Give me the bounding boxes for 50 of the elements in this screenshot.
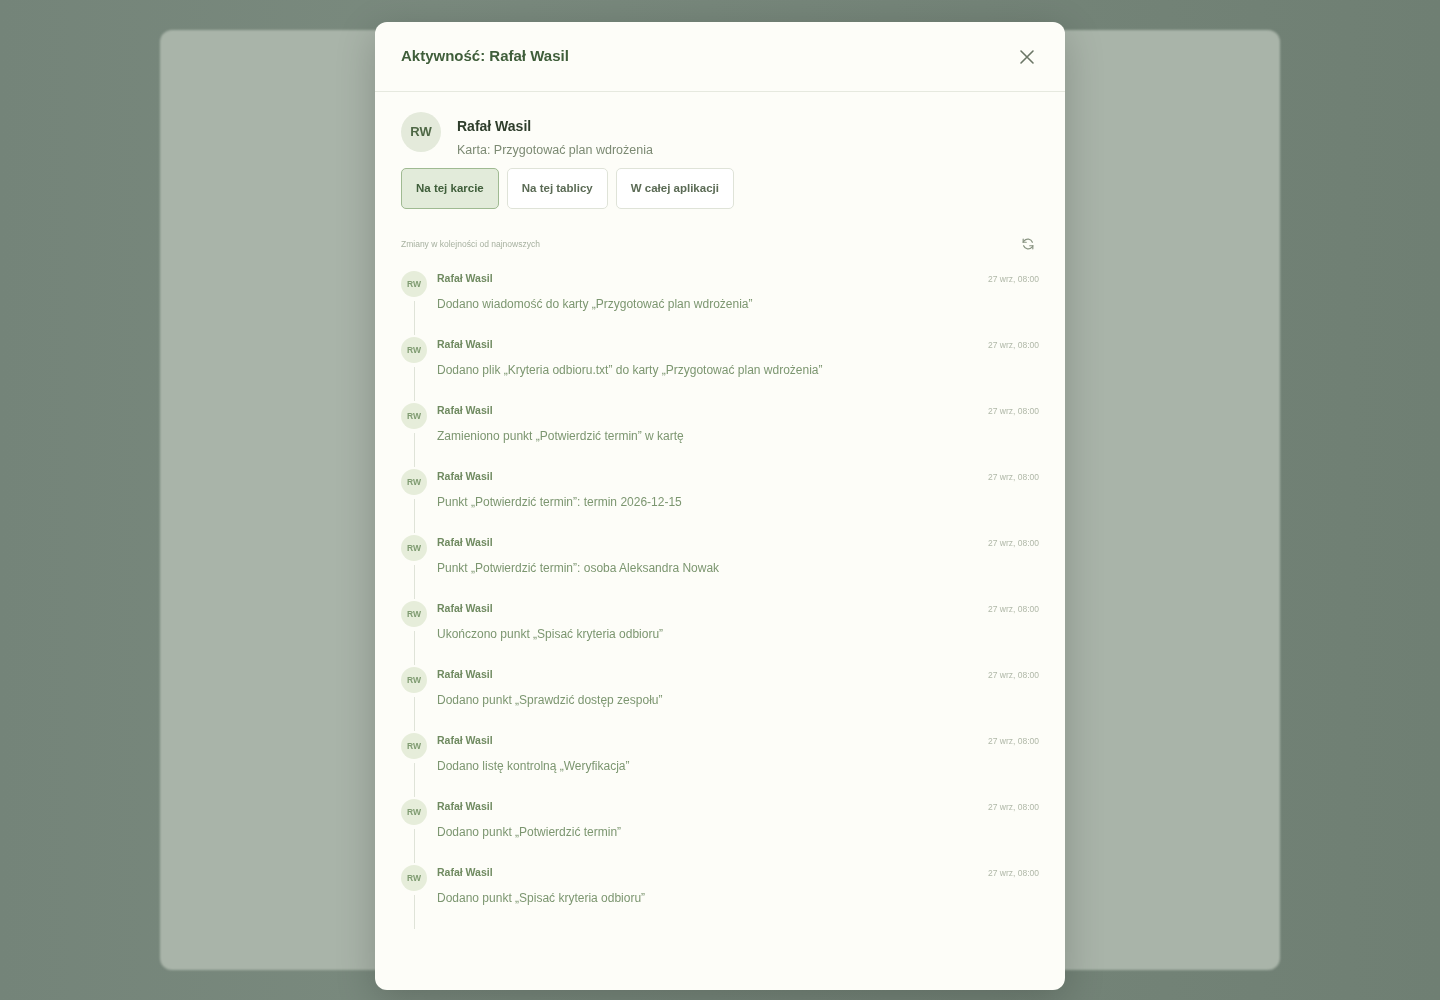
- scope-tab[interactable]: W całej aplikacji: [615, 167, 734, 209]
- activity-message: Dodano punkt „Spisać kryteria odbioru”: [437, 889, 647, 907]
- card-context: Karta: Przygotować plan wdrożenia: [457, 142, 653, 159]
- dialog-title: Aktywność: Rafał Wasil: [401, 46, 569, 67]
- refresh-icon: [1021, 237, 1035, 251]
- author-name: Rafał Wasil: [437, 601, 493, 616]
- timestamp: 27 wrz, 08:00: [987, 602, 1039, 616]
- activity-message: Dodano plik „Kryteria odbioru.txt” do karty „Przygotować plan wdrożenia”: [437, 361, 824, 379]
- activity-message: Punkt „Potwierdzić termin”: termin 2026-12-15: [437, 493, 683, 511]
- user-avatar: RW: [401, 799, 427, 825]
- user-avatar: RW: [401, 337, 427, 363]
- author-name: Rafał Wasil: [437, 271, 493, 286]
- user-avatar: RW: [401, 733, 427, 759]
- author-name: Rafał Wasil: [437, 733, 493, 748]
- scope-tab[interactable]: Na tej tablicy: [506, 167, 608, 209]
- user-avatar: RW: [401, 112, 441, 152]
- user-avatar: RW: [401, 271, 427, 297]
- activity-message: Ukończono punkt „Spisać kryteria odbioru”: [437, 625, 665, 643]
- timestamp: 27 wrz, 08:00: [987, 734, 1039, 748]
- author-name: Rafał Wasil: [437, 799, 493, 814]
- timestamp: 27 wrz, 08:00: [987, 272, 1039, 286]
- user-avatar: RW: [401, 535, 427, 561]
- user-avatar: RW: [401, 403, 427, 429]
- author-name: Rafał Wasil: [437, 667, 493, 682]
- user-avatar: RW: [401, 667, 427, 693]
- author-name: Rafał Wasil: [437, 403, 493, 418]
- timestamp: 27 wrz, 08:00: [987, 536, 1039, 550]
- activity-message: Dodano wiadomość do karty „Przygotować plan wdrożenia”: [437, 295, 754, 313]
- activity-message: Dodano punkt „Potwierdzić termin”: [437, 823, 623, 841]
- author-name: Rafał Wasil: [437, 535, 493, 550]
- author-name: Rafał Wasil: [437, 337, 493, 352]
- timestamp: 27 wrz, 08:00: [987, 800, 1039, 814]
- activity-message: Dodano punkt „Sprawdzić dostęp zespołu”: [437, 691, 664, 709]
- scope-tab[interactable]: Na tej karcie: [401, 167, 499, 209]
- user-avatar: RW: [401, 469, 427, 495]
- timestamp: 27 wrz, 08:00: [987, 866, 1039, 880]
- feed-caption: Zmiany w kolejności od najnowszych: [401, 237, 540, 251]
- close-icon: [1019, 48, 1035, 65]
- activity-message: Zamieniono punkt „Potwierdzić termin” w kartę: [437, 427, 685, 445]
- timestamp: 27 wrz, 08:00: [987, 338, 1039, 352]
- author-name: Rafał Wasil: [437, 865, 493, 880]
- activity-message: Dodano listę kontrolną „Weryfikacja”: [437, 757, 631, 775]
- timestamp: 27 wrz, 08:00: [987, 470, 1039, 484]
- user-avatar: RW: [401, 865, 427, 891]
- timestamp: 27 wrz, 08:00: [987, 668, 1039, 682]
- timestamp: 27 wrz, 08:00: [987, 404, 1039, 418]
- author-name: Rafał Wasil: [437, 469, 493, 484]
- user-name: Rafał Wasil: [457, 117, 533, 136]
- user-avatar: RW: [401, 601, 427, 627]
- activity-message: Punkt „Potwierdzić termin”: osoba Aleksandra Nowak: [437, 559, 721, 577]
